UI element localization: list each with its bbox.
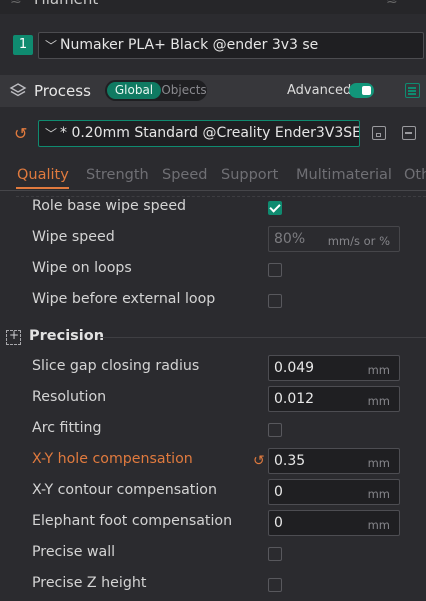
arc-fitting-checkbox[interactable] bbox=[268, 423, 282, 437]
wipe-on-loops-checkbox[interactable] bbox=[268, 263, 282, 277]
option-label: X-Y hole compensation bbox=[32, 451, 193, 467]
filament-settings-icon[interactable]: ≋ bbox=[386, 0, 404, 10]
tab-speed[interactable]: Speed bbox=[162, 167, 207, 183]
xy-contour-compensation-field[interactable]: 0 mm bbox=[268, 479, 400, 505]
field-unit: mm/s or % bbox=[327, 234, 390, 248]
option-label: Role base wipe speed bbox=[32, 198, 187, 214]
elephant-foot-compensation-field[interactable]: 0 mm bbox=[268, 510, 400, 536]
tab-others[interactable]: Oth bbox=[404, 167, 426, 183]
option-label: Precise wall bbox=[32, 544, 116, 560]
chevron-down-icon: ﹀ bbox=[45, 39, 58, 53]
option-xy-contour-compensation: X-Y contour compensation 0 mm bbox=[0, 477, 426, 508]
wipe-before-external-loop-checkbox[interactable] bbox=[268, 294, 282, 308]
filament-title: Filament bbox=[34, 0, 98, 8]
scope-global-option[interactable]: Global bbox=[107, 82, 161, 99]
option-label: X-Y contour compensation bbox=[32, 482, 217, 498]
settings-tabs: Quality Strength Speed Support Multimate… bbox=[0, 164, 426, 191]
field-value: 80% bbox=[274, 231, 306, 247]
field-unit: mm bbox=[367, 394, 390, 408]
option-elephant-foot-compensation: Elephant foot compensation 0 mm bbox=[0, 508, 426, 539]
role-base-wipe-speed-checkbox[interactable] bbox=[268, 201, 282, 215]
field-unit: mm bbox=[367, 363, 390, 377]
process-section-header: Process Global Objects Advanced bbox=[0, 75, 426, 107]
precision-section-header: Precision bbox=[0, 324, 426, 350]
field-value: 0.049 bbox=[274, 360, 315, 376]
option-precise-wall: Precise wall bbox=[0, 539, 426, 570]
field-unit: mm bbox=[367, 518, 390, 532]
precision-icon bbox=[6, 328, 21, 345]
tab-strength[interactable]: Strength bbox=[86, 167, 149, 183]
field-value: 0 bbox=[274, 515, 283, 531]
field-unit: mm bbox=[367, 487, 390, 501]
filament-index-badge: 1 bbox=[13, 35, 33, 55]
reset-icon[interactable]: ↺ bbox=[253, 453, 265, 469]
option-label: Resolution bbox=[32, 389, 107, 405]
option-slice-gap-closing-radius: Slice gap closing radius 0.049 mm bbox=[0, 353, 426, 384]
precision-title: Precision bbox=[29, 328, 105, 344]
option-label: Precise Z height bbox=[32, 575, 147, 591]
option-label: Elephant foot compensation bbox=[32, 513, 233, 529]
process-preset-select[interactable]: ﹀ * 0.20mm Standard @Creality Ender3V3SE… bbox=[38, 120, 360, 147]
option-role-base-wipe-speed: Role base wipe speed bbox=[0, 193, 426, 224]
option-label: Wipe before external loop bbox=[32, 291, 216, 307]
option-label: Arc fitting bbox=[32, 420, 102, 436]
resolution-field[interactable]: 0.012 mm bbox=[268, 386, 400, 412]
advanced-label: Advanced bbox=[287, 83, 352, 98]
divider bbox=[100, 337, 426, 338]
advanced-toggle[interactable] bbox=[349, 83, 374, 98]
option-wipe-speed: Wipe speed 80% mm/s or % bbox=[0, 224, 426, 255]
filament-row: 1 ﹀ Numaker PLA+ Black @ender 3v3 se bbox=[0, 30, 426, 64]
wipe-speed-field[interactable]: 80% mm/s or % bbox=[268, 226, 400, 252]
option-precise-z-height: Precise Z height bbox=[0, 570, 426, 601]
tab-support[interactable]: Support bbox=[221, 167, 278, 183]
scope-toggle[interactable]: Global Objects bbox=[105, 80, 207, 101]
tab-multimaterial[interactable]: Multimaterial bbox=[296, 167, 392, 183]
scope-objects-option[interactable]: Objects bbox=[161, 82, 207, 99]
tab-quality[interactable]: Quality bbox=[17, 167, 69, 183]
compare-presets-icon[interactable] bbox=[405, 83, 420, 98]
reset-icon[interactable]: ↺ bbox=[14, 124, 27, 143]
process-preset-value: * 0.20mm Standard @Creality Ender3V3SE .… bbox=[60, 125, 360, 141]
field-unit: mm bbox=[367, 456, 390, 470]
save-icon[interactable] bbox=[372, 126, 386, 140]
process-title: Process bbox=[34, 82, 91, 100]
option-resolution: Resolution 0.012 mm bbox=[0, 384, 426, 415]
option-label: Wipe on loops bbox=[32, 260, 132, 276]
process-preset-row: ↺ ﹀ * 0.20mm Standard @Creality Ender3V3… bbox=[0, 117, 426, 151]
layers-icon bbox=[9, 83, 27, 97]
option-wipe-on-loops: Wipe on loops bbox=[0, 255, 426, 286]
field-value: 0 bbox=[274, 484, 283, 500]
filament-icon: ≋ bbox=[10, 0, 22, 8]
option-xy-hole-compensation: X-Y hole compensation ↺ 0.35 mm bbox=[0, 446, 426, 477]
precise-z-height-checkbox[interactable] bbox=[268, 578, 282, 592]
option-arc-fitting: Arc fitting bbox=[0, 415, 426, 446]
option-wipe-before-external-loop: Wipe before external loop bbox=[0, 286, 426, 317]
field-value: 0.35 bbox=[274, 453, 306, 469]
collapse-icon[interactable] bbox=[402, 126, 416, 140]
active-tab-indicator bbox=[16, 187, 69, 189]
filament-section-header: ≋ Filament ≋ bbox=[0, 0, 426, 14]
xy-hole-compensation-field[interactable]: 0.35 mm bbox=[268, 448, 400, 474]
filament-preset-value: Numaker PLA+ Black @ender 3v3 se bbox=[60, 37, 319, 53]
chevron-down-icon: ﹀ bbox=[45, 127, 58, 141]
field-value: 0.012 bbox=[274, 391, 315, 407]
precise-wall-checkbox[interactable] bbox=[268, 547, 282, 561]
option-label: Slice gap closing radius bbox=[32, 358, 200, 374]
slice-gap-closing-radius-field[interactable]: 0.049 mm bbox=[268, 355, 400, 381]
filament-preset-select[interactable]: ﹀ Numaker PLA+ Black @ender 3v3 se bbox=[38, 32, 424, 59]
option-label: Wipe speed bbox=[32, 229, 115, 245]
